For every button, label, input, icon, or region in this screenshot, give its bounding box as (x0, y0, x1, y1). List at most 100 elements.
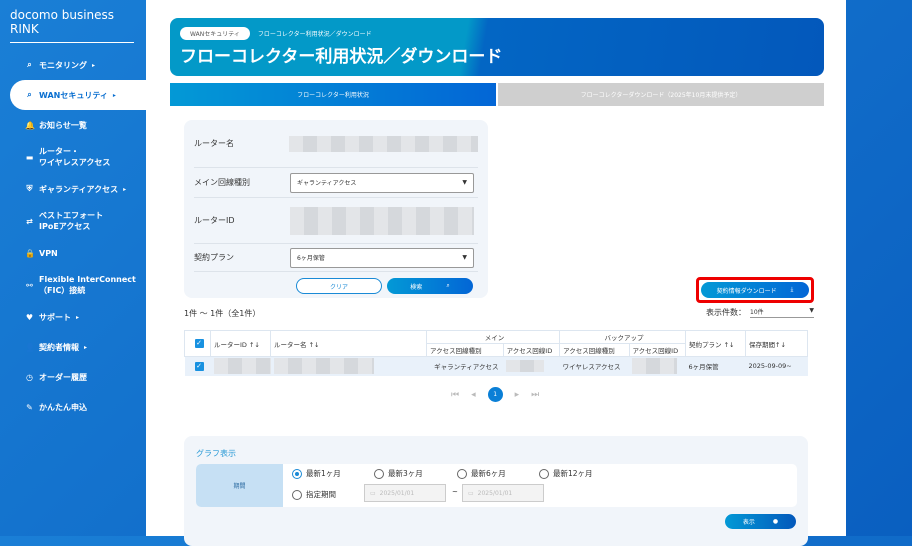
download-icon: ⤓ (790, 286, 794, 293)
tab-download[interactable]: フローコレクターダウンロード（2025年10月末提供予定） (498, 83, 824, 106)
sidebar: docomo business RINK ⌕ モニタリング ▸ ⌕ WANセキュリティ ▸… (0, 0, 146, 536)
radio-icon (292, 468, 302, 479)
search-button[interactable]: 検索 ⌕ (387, 278, 473, 294)
sidebar-item-9[interactable]: 👤 契約者情報 ▸ (0, 332, 146, 362)
radio-3month[interactable]: 最新3ヶ月 (374, 468, 423, 479)
download-label: 契約情報ダウンロード (716, 287, 777, 295)
next-page-icon[interactable]: ▸ (515, 390, 520, 400)
download-highlight: 契約情報ダウンロード ⤓ (696, 277, 814, 303)
sidebar-item-0[interactable]: ⌕ モニタリング ▸ (0, 50, 146, 80)
date-to-value: 2025/01/01 (477, 489, 513, 497)
main-line-label: メイン回線種別 (194, 178, 250, 187)
date-from-input[interactable]: ▭ 2025/01/01 (364, 484, 446, 502)
plan-select[interactable]: 6ヶ月保管 ▼ (290, 247, 474, 268)
col-plan[interactable]: 契約プラン ↑↓ (685, 330, 746, 357)
nav-icon: ♥ (25, 312, 34, 322)
sidebar-item-label: ギャランティアクセス (39, 184, 119, 194)
breadcrumb: WANセキュリティ フローコレクター利用状況／ダウンロード (180, 27, 372, 40)
radio-icon (292, 489, 302, 500)
router-id-redacted (213, 358, 271, 375)
calendar-icon: ▭ (370, 489, 376, 497)
sidebar-item-5[interactable]: ⇄ ベストエフォート IPoEアクセス (0, 204, 146, 238)
col-period[interactable]: 保存期間↑↓ (745, 330, 808, 357)
sidebar-item-1[interactable]: ⌕ WANセキュリティ ▸ (10, 80, 146, 110)
search-form: ルーター名 メイン回線種別 ギャランティアクセス ▼ ルーターID 契約プラン 6… (184, 120, 488, 298)
main-access-id-redacted (506, 360, 545, 373)
calendar-icon: ▭ (468, 489, 474, 497)
page-1[interactable]: 1 (487, 387, 503, 402)
radio-6month[interactable]: 最新6ヶ月 (457, 468, 506, 479)
arrow-circle-icon: ● (772, 518, 779, 525)
sidebar-item-6[interactable]: 🔒 VPN (0, 238, 146, 268)
results-table: ✓ ルーターID ↑↓ ルーター名 ↑↓ メイン バックアップ 契約プラン ↑↓… (184, 330, 808, 376)
brand-logo: docomo business RINK (10, 8, 134, 43)
col-main-access-type: アクセス回線種別 (426, 343, 504, 357)
sidebar-item-3[interactable]: ▬ ルーター・ ワイヤレスアクセス (0, 140, 146, 174)
sidebar-item-4[interactable]: ⛨ ギャランティアクセス ▸ (0, 174, 146, 204)
chevron-right-icon: ▸ (92, 61, 96, 69)
col-router-name[interactable]: ルーター名 ↑↓ (270, 330, 427, 357)
col-backup-access-type: アクセス回線種別 (559, 343, 630, 357)
sidebar-item-10[interactable]: ◷ オーダー履歴 (0, 362, 146, 392)
date-to-input[interactable]: ▭ 2025/01/01 (462, 484, 544, 502)
page-header: WANセキュリティ フローコレクター利用状況／ダウンロード フローコレクター利用… (170, 18, 824, 76)
sidebar-item-2[interactable]: 🔔 お知らせ一覧 (0, 110, 146, 140)
show-button[interactable]: 表示 ● (725, 514, 796, 529)
tab-usage[interactable]: フローコレクター利用状況 (170, 83, 496, 106)
plan-cell: 6ヶ月保管 (685, 356, 746, 376)
chevron-right-icon: ▸ (76, 313, 80, 321)
search-icon: ⌕ (27, 60, 32, 69)
radio-custom[interactable]: 指定期間 (292, 489, 336, 500)
nav-icon: ◷ (26, 372, 33, 382)
dropdown-arrow-icon: ▼ (462, 254, 467, 261)
row-checkbox[interactable]: ✓ (194, 361, 204, 371)
first-page-icon[interactable]: ⏮ (451, 390, 459, 400)
sidebar-item-label: ベストエフォート IPoEアクセス (39, 211, 104, 231)
last-page-icon[interactable]: ⏭ (531, 390, 539, 400)
sidebar-item-11[interactable]: ✎ かんたん申込 (0, 392, 146, 422)
select-all-checkbox[interactable]: ✓ (194, 339, 204, 348)
col-router-id[interactable]: ルーターID ↑↓ (210, 330, 271, 357)
router-name-redacted (273, 358, 374, 375)
prev-page-icon[interactable]: ◂ (471, 390, 476, 400)
nav-icon: 👤 (25, 342, 35, 352)
chevron-right-icon: ▸ (123, 185, 127, 193)
sidebar-item-7[interactable]: ⚯ Flexible InterConnect （FIC）接続 (0, 268, 146, 302)
radio-label: 指定期間 (306, 490, 336, 499)
date-separator: ~ (452, 488, 458, 496)
radio-1month[interactable]: 最新1ヶ月 (292, 468, 341, 479)
per-page-select[interactable]: 10件 ▼ (750, 307, 814, 318)
chevron-right-icon: ▸ (84, 343, 88, 351)
radio-label: 最新3ヶ月 (388, 469, 423, 478)
nav-icon: ▬ (25, 152, 34, 162)
sidebar-item-label: お知らせ一覧 (39, 120, 87, 130)
table-row[interactable]: ✓ ギャランティアクセス ワイヤレスアクセス 6ヶ月保管 2025-09-09~ (184, 356, 808, 376)
nav-icon: ⇄ (26, 216, 33, 226)
sidebar-item-label: Flexible InterConnect （FIC）接続 (39, 275, 136, 295)
result-count: 1件 ～ 1件（全1件） (184, 309, 261, 318)
sidebar-item-8[interactable]: ♥ サポート ▸ (0, 302, 146, 332)
search-icon: ⌕ (446, 282, 450, 289)
per-page-label: 表示件数： (706, 308, 746, 317)
dropdown-arrow-icon: ▼ (809, 307, 814, 314)
search-label: 検索 (410, 283, 423, 291)
nav-icon: 🔒 (25, 248, 35, 258)
nav-icon: ⚯ (26, 280, 33, 290)
graph-title: グラフ表示 (196, 449, 236, 458)
sidebar-item-label: オーダー履歴 (39, 372, 87, 382)
breadcrumb-wan-security[interactable]: WANセキュリティ (180, 27, 250, 40)
clear-button[interactable]: クリア (296, 278, 382, 294)
contract-download-button[interactable]: 契約情報ダウンロード ⤓ (701, 282, 809, 298)
nav-icon: 🔔 (25, 120, 35, 130)
pagination: ⏮ ◂ 1 ▸ ⏭ (451, 387, 539, 402)
router-id-input-redacted[interactable] (290, 206, 474, 235)
radio-12month[interactable]: 最新12ヶ月 (539, 468, 593, 479)
main-access-type: ギャランティアクセス (426, 356, 504, 376)
backup-access-type: ワイヤレスアクセス (559, 356, 629, 376)
col-backup: バックアップ (559, 330, 686, 344)
radio-label: 最新12ヶ月 (553, 469, 593, 478)
period-cell: 2025-09-09~ (745, 356, 808, 376)
per-page-value: 10件 (750, 309, 764, 316)
main-line-select[interactable]: ギャランティアクセス ▼ (290, 172, 474, 193)
sidebar-nav: ⌕ モニタリング ▸ ⌕ WANセキュリティ ▸ 🔔 お知らせ一覧 ▬ ルーター・ ワイヤレスアク… (0, 50, 146, 422)
